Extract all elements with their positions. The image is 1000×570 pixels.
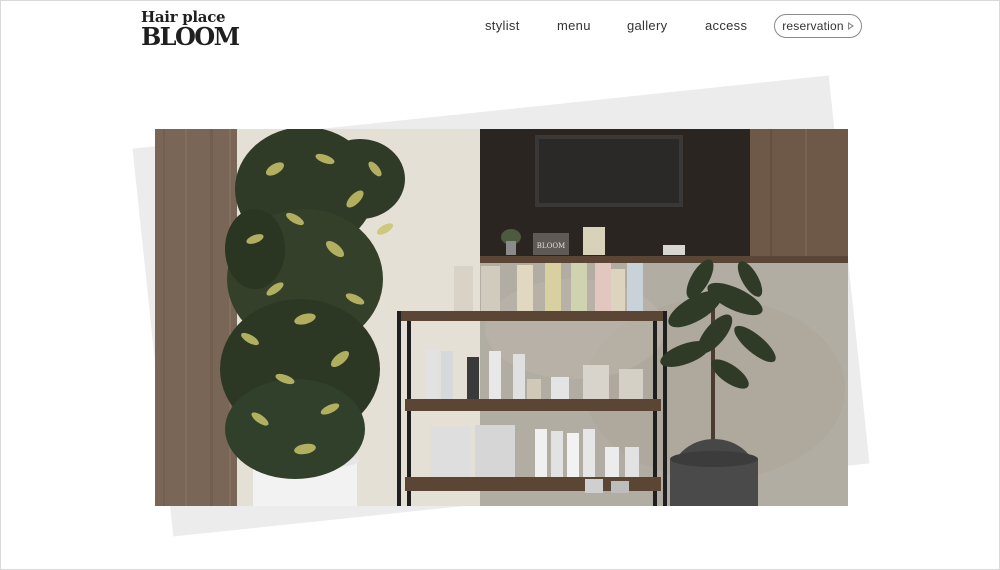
hero-photo: BLOOM [155, 129, 848, 506]
nav-stylist[interactable]: stylist [485, 14, 520, 38]
sign-text: BLOOM [537, 242, 565, 250]
salon-interior-illustration: BLOOM [155, 129, 848, 506]
hero-section: BLOOM [1, 71, 999, 561]
play-triangle-icon [847, 22, 854, 30]
nav-gallery[interactable]: gallery [627, 14, 667, 38]
reservation-button[interactable]: reservation [774, 14, 862, 38]
main-nav: stylist menu gallery access reservation [1, 14, 999, 38]
reservation-label: reservation [782, 19, 844, 33]
nav-menu[interactable]: menu [557, 14, 591, 38]
nav-access[interactable]: access [705, 14, 747, 38]
page-frame: Hair place BLOOM stylist menu gallery ac… [0, 0, 1000, 570]
